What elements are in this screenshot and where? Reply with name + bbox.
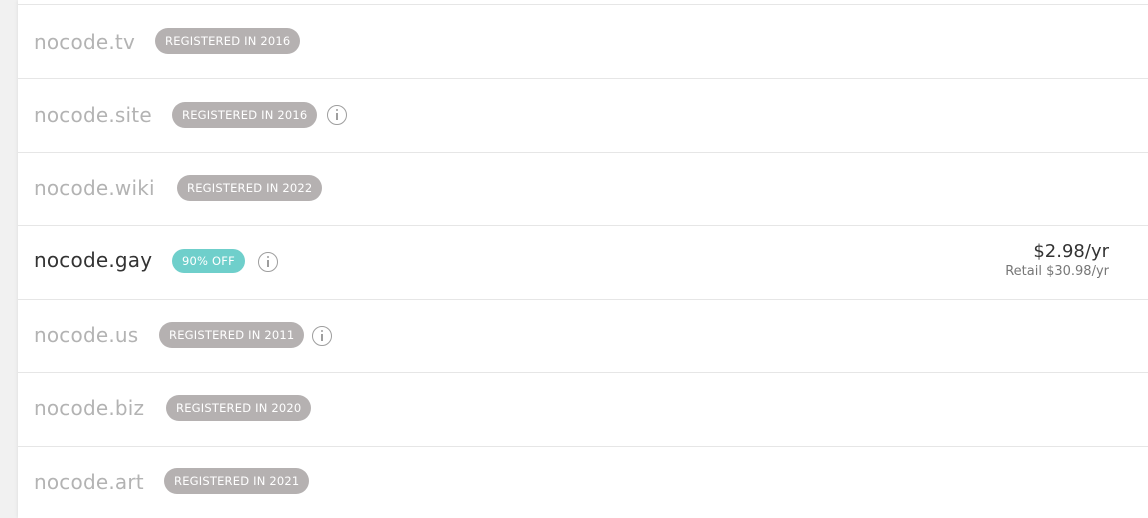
domain-row-nocode-art[interactable]: nocode.art REGISTERED IN 2021 [18, 447, 1148, 518]
info-icon[interactable] [258, 252, 278, 272]
domain-row-nocode-tv[interactable]: nocode.tv REGISTERED IN 2016 [18, 5, 1148, 79]
domain-name: nocode.us [34, 323, 139, 347]
domain-row-nocode-site[interactable]: nocode.site REGISTERED IN 2016 [18, 79, 1148, 153]
registered-badge: REGISTERED IN 2020 [166, 395, 312, 421]
price-per-year: $2.98/yr [1033, 241, 1109, 262]
domain-name: nocode.wiki [34, 176, 155, 200]
domain-row-nocode-biz[interactable]: nocode.biz REGISTERED IN 2020 [18, 373, 1148, 447]
info-icon[interactable] [327, 105, 347, 125]
info-icon[interactable] [312, 326, 332, 346]
domain-results-panel: nocode.tv REGISTERED IN 2016 nocode.site… [18, 0, 1148, 518]
registered-badge: REGISTERED IN 2011 [159, 322, 305, 348]
domain-name: nocode.site [34, 103, 152, 127]
domain-name: nocode.biz [34, 396, 145, 420]
domain-name: nocode.gay [34, 248, 153, 272]
discount-badge: 90% OFF [172, 249, 245, 273]
price-block: $2.98/yr Retail $30.98/yr [1005, 241, 1109, 279]
registered-badge: REGISTERED IN 2022 [177, 175, 323, 201]
registered-badge: REGISTERED IN 2016 [172, 102, 318, 128]
registered-badge: REGISTERED IN 2021 [164, 468, 310, 494]
domain-name: nocode.art [34, 470, 144, 494]
domain-name: nocode.tv [34, 30, 135, 54]
registered-badge: REGISTERED IN 2016 [155, 28, 301, 54]
domain-row-nocode-us[interactable]: nocode.us REGISTERED IN 2011 [18, 300, 1148, 373]
domain-row-nocode-gay[interactable]: nocode.gay 90% OFF $2.98/yr Retail $30.9… [18, 226, 1148, 300]
retail-price: Retail $30.98/yr [1005, 264, 1109, 279]
domain-row-nocode-wiki[interactable]: nocode.wiki REGISTERED IN 2022 [18, 153, 1148, 226]
